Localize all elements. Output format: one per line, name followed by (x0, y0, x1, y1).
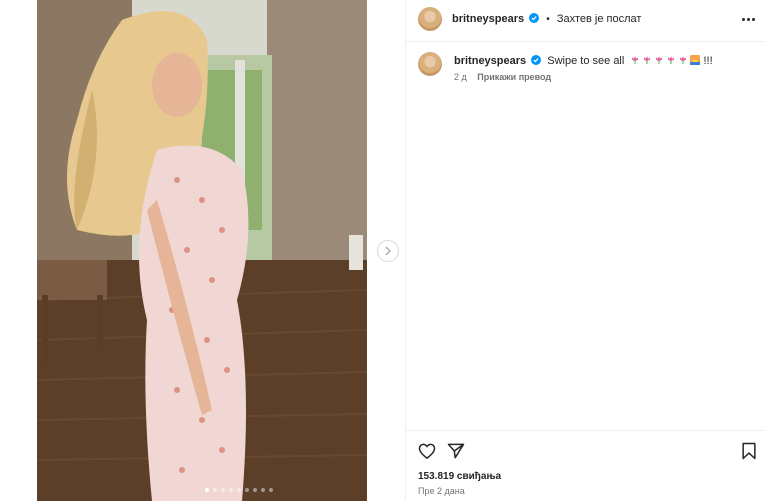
tulip-emoji-icon (632, 56, 639, 64)
carousel-dot (229, 488, 233, 492)
tulip-emoji-icon (644, 56, 651, 64)
bookmark-icon (742, 442, 756, 460)
chevron-right-icon (385, 246, 391, 256)
more-dot-icon (741, 17, 745, 21)
verified-badge-icon (529, 13, 540, 23)
send-icon (447, 443, 465, 459)
caption-exclamations: !!! (703, 55, 713, 67)
tulip-emoji-icon (668, 56, 675, 64)
carousel-dot (237, 488, 241, 492)
see-translation-link[interactable]: Прикажи превод (477, 72, 551, 82)
sunrise-emoji-icon (690, 55, 701, 65)
post-header: britneyspears • Захтев је послат (406, 0, 765, 42)
like-button[interactable] (417, 441, 437, 461)
carousel-dot (261, 488, 265, 492)
share-button[interactable] (446, 441, 466, 461)
carousel-dot (221, 488, 225, 492)
caption-text: Swipe to see all (547, 55, 625, 67)
carousel-dot (245, 488, 249, 492)
verified-badge-icon (531, 55, 542, 65)
post-details-panel: britneyspears • Захтев је послат britney… (405, 0, 765, 501)
post-media (0, 0, 405, 501)
caption-avatar[interactable] (418, 52, 442, 76)
more-options-button[interactable] (740, 11, 756, 27)
carousel-dot (253, 488, 257, 492)
post-photo[interactable] (37, 0, 367, 501)
carousel-dot (205, 488, 209, 492)
header-user-line: britneyspears • Захтев је послат (452, 13, 641, 25)
header-separator: • (546, 14, 550, 25)
carousel-dots (205, 488, 273, 492)
caption-meta: 2 д Прикажи превод (454, 72, 551, 82)
likes-count[interactable]: 153.819 свиђања (418, 471, 501, 482)
caption-time[interactable]: 2 д (454, 72, 467, 82)
follow-request-status[interactable]: Захтев је послат (557, 13, 642, 25)
caption-username[interactable]: britneyspears (454, 55, 526, 67)
actions-bar: 153.819 свиђања Пре 2 дана (406, 430, 765, 501)
caption-line: britneyspears Swipe to see all !!! (454, 55, 713, 67)
more-dot-icon (746, 17, 750, 21)
more-dot-icon (751, 17, 755, 21)
avatar[interactable] (418, 7, 442, 31)
heart-icon (418, 443, 436, 459)
header-username[interactable]: britneyspears (452, 13, 524, 25)
tulip-emoji-icon (680, 56, 687, 64)
caption-emojis (630, 55, 701, 65)
photo-illustration (37, 0, 367, 501)
carousel-dot (213, 488, 217, 492)
carousel-next-button[interactable] (377, 240, 399, 262)
save-button[interactable] (739, 441, 759, 461)
carousel-dot (269, 488, 273, 492)
post-date[interactable]: Пре 2 дана (418, 486, 465, 496)
tulip-emoji-icon (656, 56, 663, 64)
